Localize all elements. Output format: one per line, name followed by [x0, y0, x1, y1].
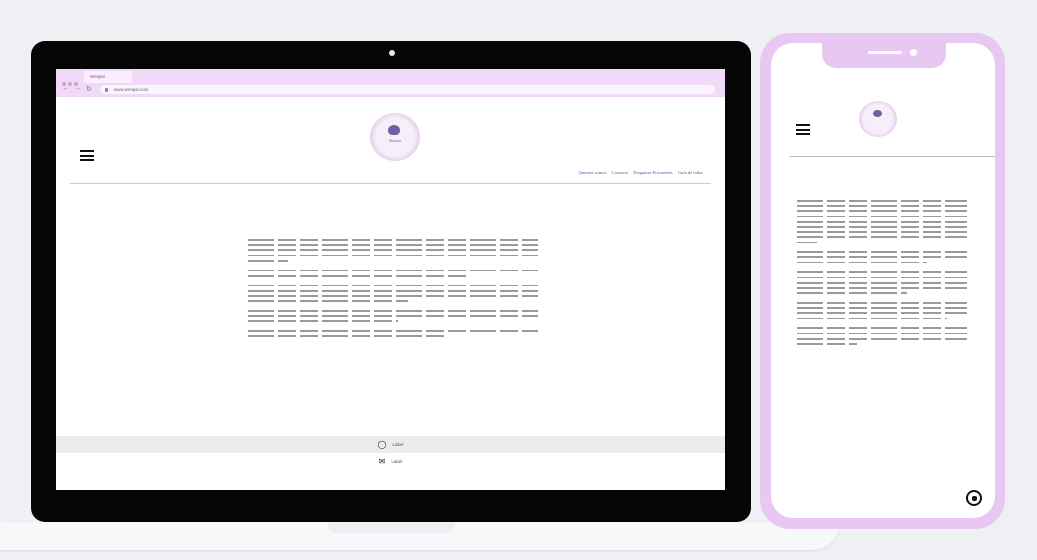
mail-icon: ✉: [378, 457, 386, 466]
browser-chrome: Wespai ← → ↻ www.wespai.com: [56, 69, 725, 97]
phone-notch: [822, 43, 946, 68]
lock-icon: [105, 88, 108, 92]
speaker: [868, 51, 902, 54]
whatsapp-label: Label: [392, 442, 404, 447]
tab-row: Wespai: [56, 69, 725, 86]
whatsapp-icon: ◯: [377, 440, 387, 449]
laptop-base: [0, 522, 840, 550]
email-label: Label: [391, 459, 403, 464]
mobile-header: [790, 101, 995, 157]
footer-whatsapp-row[interactable]: ◯ Label: [56, 436, 725, 453]
phone-screen: [771, 43, 995, 518]
site-footer: ◯ Label ✉ Label: [56, 436, 725, 472]
whatsapp-float-icon[interactable]: [966, 490, 982, 506]
placeholder-content: [248, 239, 538, 345]
front-camera: [910, 49, 917, 56]
laptop-notch: [328, 522, 454, 533]
main-nav: Quienes somos Contacto Preguntas Frecuen…: [575, 170, 703, 175]
logo-mark: [388, 125, 400, 135]
webcam: [389, 50, 395, 56]
address-bar[interactable]: www.wespai.com: [100, 85, 715, 94]
browser-tab[interactable]: Wespai: [84, 71, 132, 83]
site-logo[interactable]: Sinsara: [370, 113, 420, 161]
footer-email-row[interactable]: ✉ Label: [56, 453, 725, 470]
nav-item-about[interactable]: Quienes somos: [579, 170, 607, 175]
nav-row: ← → ↻ www.wespai.com: [56, 83, 725, 97]
forward-icon[interactable]: →: [74, 85, 81, 92]
logo-text: Sinsara: [389, 138, 401, 143]
mobile-logo[interactable]: [859, 101, 897, 137]
hamburger-icon[interactable]: [796, 124, 810, 138]
laptop-mockup: Wespai ← → ↻ www.wespai.com Sinsara Quie…: [31, 41, 751, 522]
phone-mockup: [760, 33, 1005, 529]
nav-item-size-guide[interactable]: Guía de tallas: [678, 170, 703, 175]
nav-item-contact[interactable]: Contacto: [612, 170, 629, 175]
site-header: Sinsara Quienes somos Contacto Preguntas…: [70, 97, 711, 184]
mobile-placeholder-content: [797, 200, 967, 353]
laptop-screen: Wespai ← → ↻ www.wespai.com Sinsara Quie…: [56, 69, 725, 490]
hamburger-icon[interactable]: [80, 150, 94, 164]
url-text: www.wespai.com: [114, 87, 149, 92]
reload-icon[interactable]: ↻: [86, 85, 92, 93]
nav-item-faq[interactable]: Preguntas Frecuentes: [633, 170, 672, 175]
logo-mark: [873, 110, 882, 117]
back-icon[interactable]: ←: [62, 85, 69, 92]
